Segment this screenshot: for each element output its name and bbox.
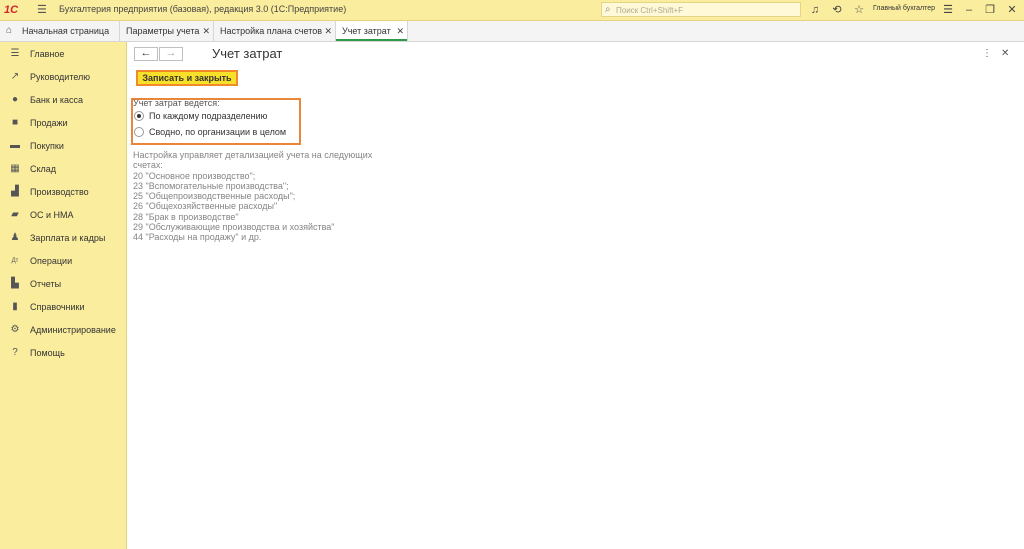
close-tab-icon[interactable]: ✕ [396,21,404,41]
description-line: Настройка управляет детализацией учета н… [133,150,373,160]
radio-button-unchecked[interactable] [134,127,144,137]
sidebar-item-fixed-assets[interactable]: ▰ ОС и НМА [0,205,126,225]
sidebar-item-main[interactable]: ☰ Главное [0,44,126,64]
sidebar-item-reports[interactable]: ▙ Отчеты [0,274,126,294]
sidebar-item-label: Склад [30,164,57,174]
more-actions-icon[interactable]: ⋮ [982,48,992,59]
tab-label: Начальная страница [22,26,110,36]
description-line: счетах: [133,160,163,171]
sidebar-item-label: Покупки [30,141,64,151]
sidebar-item-label: Главное [30,49,65,59]
home-icon: ⌂ [6,25,13,36]
sidebar-item-production[interactable]: ▟ Производство [0,182,126,202]
history-icon[interactable]: ⟲ [830,3,844,17]
app-title: Бухгалтерия предприятия (базовая), редак… [59,4,347,14]
close-tab-icon[interactable]: ✕ [324,21,332,41]
sidebar-item-label: Администрирование [30,325,116,335]
sidebar-item-label: Операции [30,256,73,266]
question-icon: ? [12,347,18,358]
tab-home[interactable]: ⌂ Начальная страница [0,21,120,41]
close-window-icon[interactable]: ✕ [1005,3,1019,17]
tab-label: Настройка плана счетов [220,26,323,36]
description-line: 29 "Обслуживающие производства и хозяйст… [133,222,335,233]
title-bar: 1С ☰ Бухгалтерия предприятия (базовая), … [0,0,1024,21]
bell-icon[interactable]: ♫ [808,3,822,17]
global-search[interactable]: ⌕ [601,2,801,17]
sidebar-item-manager[interactable]: ↗ Руководителю [0,67,126,87]
description-line: 25 "Общепроизводственные расходы"; [133,191,296,202]
close-form-icon[interactable]: ✕ [1001,48,1009,59]
factory-icon: ▟ [11,186,19,197]
radio-button-checked[interactable] [134,111,144,121]
save-and-close-button[interactable]: Записать и закрыть [136,70,238,86]
description-line: 44 "Расходы на продажу" и др. [133,232,262,243]
restore-icon[interactable]: ❐ [983,3,997,17]
sidebar-item-purchases[interactable]: ▬ Покупки [0,136,126,156]
arrow-left-icon: ← [140,47,152,59]
sidebar-item-bank-cash[interactable]: ● Банк и касса [0,90,126,110]
sidebar-item-label: Отчеты [30,279,62,289]
sidebar-item-directories[interactable]: ▮ Справочники [0,297,126,317]
warehouse-icon: ▦ [10,163,20,174]
cart-icon: ▬ [10,140,20,151]
description-line: 28 "Брак в производстве" [133,211,239,222]
favorites-star-icon[interactable]: ☆ [852,3,866,17]
setting-description: Настройка управляет детализацией учета н… [133,150,393,243]
page-title: Учет затрат [212,46,283,61]
dt-kt-icon: Дт [11,258,19,264]
back-button[interactable]: ← [134,47,158,61]
description-line: 26 "Общехозяйственные расходы" [133,201,278,212]
sidebar-item-label: Справочники [30,302,85,312]
app-logo: 1С [4,4,19,16]
description-line: 20 "Основное производство"; [133,170,256,181]
bar-chart-icon: ▙ [11,278,19,289]
tab-label: Параметры учета [126,26,200,36]
window-menu-icon[interactable]: ☰ [941,3,955,17]
sidebar-item-label: ОС и НМА [30,210,74,220]
sidebar-item-help[interactable]: ? Помощь [0,343,126,363]
sidebar-item-label: Помощь [30,348,65,358]
book-icon: ▮ [12,301,18,312]
current-user[interactable]: Главный бухгалтер [873,5,935,12]
sidebar-item-operations[interactable]: Дт Операции [0,251,126,271]
sidebar-item-label: Руководителю [30,72,91,82]
sidebar-item-sales[interactable]: ■ Продажи [0,113,126,133]
tab-label: Учет затрат [342,26,391,36]
sidebar-item-label: Продажи [30,118,68,128]
hamburger-menu-icon[interactable]: ☰ [37,3,47,17]
sidebar-item-label: Зарплата и кадры [30,233,106,243]
tab-chart-of-accounts-settings[interactable]: Настройка плана счетов ✕ [214,21,336,41]
description-line: 23 "Вспомогательные производства"; [133,180,289,191]
trend-icon: ↗ [10,71,20,82]
arrow-right-icon: → [165,47,177,59]
minimize-icon[interactable]: – [962,3,976,17]
forward-button[interactable]: → [159,47,183,61]
open-tabs-bar: ⌂ Начальная страница Параметры учета ✕ Н… [0,21,1024,42]
radio-group-label: Учет затрат ведется: [133,98,220,108]
radio-label: По каждому подразделению [149,111,268,121]
gear-icon: ⚙ [10,324,20,335]
sidebar-item-warehouse[interactable]: ▦ Склад [0,159,126,179]
bag-icon: ■ [11,117,19,128]
tab-cost-accounting[interactable]: Учет затрат ✕ [336,21,408,41]
form-area: ← → Учет затрат ⋮ ✕ Записать и закрыть У… [127,42,1024,549]
person-icon: ♟ [10,232,20,243]
sidebar-item-administration[interactable]: ⚙ Администрирование [0,320,126,340]
search-input[interactable] [616,4,796,16]
tab-accounting-parameters[interactable]: Параметры учета ✕ [120,21,214,41]
close-tab-icon[interactable]: ✕ [202,21,210,41]
menu-icon: ☰ [10,48,20,59]
sidebar-item-salary-hr[interactable]: ♟ Зарплата и кадры [0,228,126,248]
truck-icon: ▰ [11,209,19,220]
sections-sidebar: ☰ Главное ↗ Руководителю ● Банк и касса ■ Пр… [0,42,127,549]
search-icon: ⌕ [605,4,611,15]
coins-icon: ● [11,94,19,105]
sidebar-item-label: Банк и касса [30,95,83,105]
sidebar-item-label: Производство [30,187,89,197]
radio-label: Сводно, по организации в целом [149,127,287,137]
